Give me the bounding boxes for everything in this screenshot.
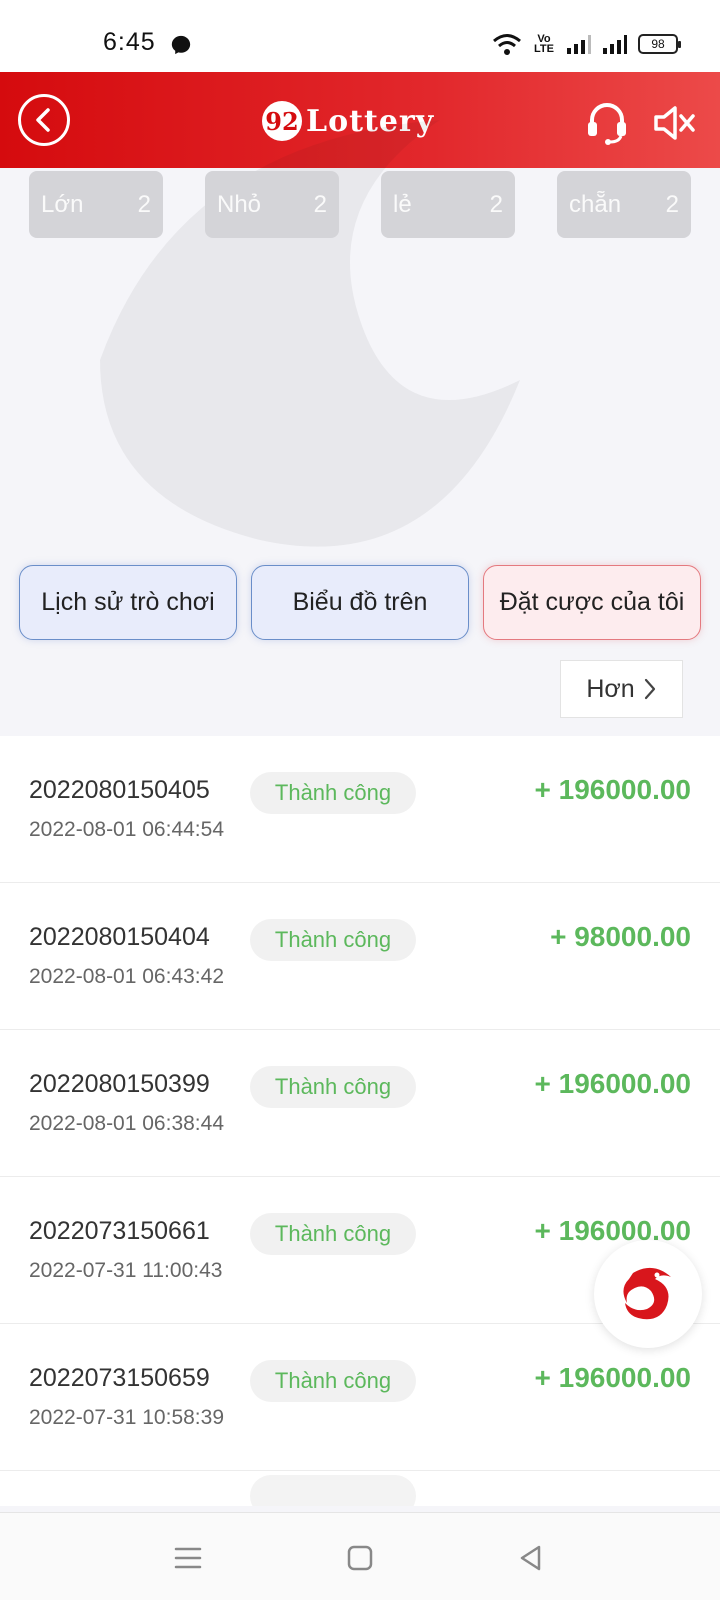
record-time: 2022-07-31 10:58:39 — [29, 1406, 224, 1429]
system-nav-bar — [0, 1512, 720, 1600]
count-label: Nhỏ — [217, 190, 262, 218]
signal-icon — [567, 35, 591, 54]
count-label: lẻ — [393, 190, 412, 218]
record-time: 2022-08-01 06:43:42 — [29, 965, 224, 988]
record-time: 2022-08-01 06:44:54 — [29, 818, 224, 841]
list-item[interactable]: 2022080150404 Thành công 2022-08-01 06:4… — [0, 883, 720, 1030]
status-badge: Thành công — [250, 919, 416, 961]
status-badge: Thành công — [250, 772, 416, 814]
list-item[interactable]: 2022080150405 Thành công 2022-08-01 06:4… — [0, 736, 720, 883]
record-amount: + 196000.00 — [534, 1362, 692, 1393]
status-badge — [250, 1475, 416, 1506]
back-nav-icon[interactable] — [514, 1541, 548, 1575]
count-value: 2 — [665, 190, 679, 218]
count-label: chẵn — [569, 190, 622, 218]
count-label: Lớn — [41, 190, 84, 218]
record-id: 2022080150399 — [29, 1070, 210, 1098]
record-time: 2022-08-01 06:38:44 — [29, 1112, 224, 1135]
count-value: 2 — [489, 190, 503, 218]
home-icon[interactable] — [343, 1541, 377, 1575]
count-chip-nho: Nhỏ 2 — [205, 171, 339, 238]
wifi-icon — [493, 34, 521, 55]
status-badge: Thành công — [250, 1360, 416, 1402]
count-value: 2 — [313, 190, 327, 218]
messenger-icon — [171, 35, 191, 55]
count-chip-lon: Lớn 2 — [29, 171, 163, 238]
record-id: 2022080150404 — [29, 923, 210, 951]
list-item[interactable] — [0, 1471, 720, 1506]
volte-label: Vo LTE — [534, 33, 554, 55]
status-badge: Thành công — [250, 1213, 416, 1255]
battery-icon: 98 — [638, 34, 681, 54]
chevron-right-icon — [644, 678, 655, 700]
signal-icon-2 — [603, 35, 627, 54]
record-amount: + 196000.00 — [534, 1215, 692, 1246]
tab-game-history[interactable]: Lịch sử trò chơi — [19, 565, 237, 640]
more-label: Hơn — [586, 674, 635, 703]
record-amount: + 98000.00 — [550, 921, 691, 952]
count-chip-le: lẻ 2 — [381, 171, 515, 238]
tab-chart[interactable]: Biểu đồ trên — [251, 565, 469, 640]
menu-icon[interactable] — [171, 1541, 205, 1575]
dragon-icon — [623, 1267, 671, 1320]
more-button[interactable]: Hơn — [560, 660, 683, 718]
status-time: 6:45 — [103, 28, 156, 56]
background-watermark — [100, 120, 520, 547]
list-item[interactable]: 2022073150659 Thành công 2022-07-31 10:5… — [0, 1324, 720, 1471]
record-time: 2022-07-31 11:00:43 — [29, 1259, 223, 1282]
count-chip-chan: chẵn 2 — [557, 171, 691, 238]
dragon-float-button[interactable] — [594, 1240, 702, 1348]
record-amount: + 196000.00 — [534, 1068, 692, 1099]
tab-my-bets[interactable]: Đặt cược của tôi — [483, 565, 701, 640]
record-id: 2022080150405 — [29, 776, 210, 804]
record-id: 2022073150659 — [29, 1364, 210, 1392]
record-id: 2022073150661 — [29, 1217, 210, 1245]
headset-icon[interactable] — [584, 100, 630, 146]
count-value: 2 — [137, 190, 151, 218]
bet-records-list: 2022080150405 Thành công 2022-08-01 06:4… — [0, 736, 720, 1506]
sound-off-icon[interactable] — [652, 102, 698, 144]
status-badge: Thành công — [250, 1066, 416, 1108]
status-icons: Vo LTE 98 — [492, 30, 681, 58]
list-item[interactable]: 2022080150399 Thành công 2022-08-01 06:3… — [0, 1030, 720, 1177]
back-icon — [36, 108, 50, 132]
record-amount: + 196000.00 — [534, 774, 692, 805]
